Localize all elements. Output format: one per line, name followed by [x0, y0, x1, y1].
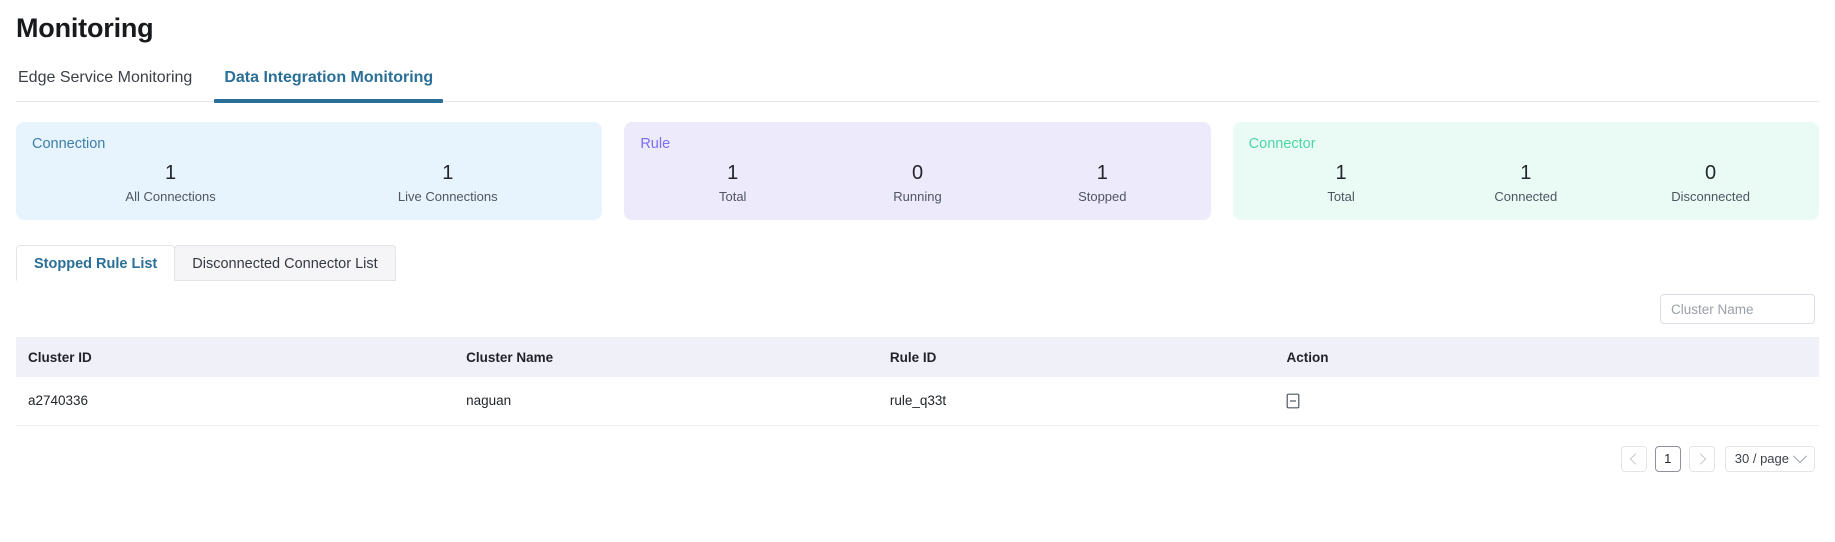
metric-connector-total: 1 Total	[1249, 159, 1434, 206]
metric-label: Live Connections	[397, 189, 498, 204]
column-header-cluster-name: Cluster Name	[454, 337, 878, 377]
metric-connector-disconnected: 0 Disconnected	[1618, 159, 1803, 206]
metric-value: 1	[442, 162, 454, 184]
cell-action	[1274, 377, 1819, 426]
metric-value: 1	[1096, 162, 1108, 184]
column-header-cluster-id: Cluster ID	[16, 337, 455, 377]
stopped-rule-table: Cluster ID Cluster Name Rule ID Action a…	[16, 337, 1819, 426]
chevron-down-icon	[1792, 448, 1808, 463]
metrics-connector: 1 Total 1 Connected 0 Disconnected	[1249, 159, 1803, 206]
metric-label: Stopped	[1078, 189, 1127, 204]
metric-rule-running: 0 Running	[825, 159, 1010, 206]
chevron-left-icon	[1629, 452, 1641, 465]
metric-value: 1	[165, 162, 177, 184]
cell-cluster-name-link[interactable]: naguan	[454, 377, 878, 426]
pagination: 1 30 / page	[16, 445, 1819, 472]
stat-card-connector: Connector 1 Total 1 Connected 0 Disconne…	[1232, 122, 1819, 220]
cell-rule-id: rule_q33t	[877, 377, 1275, 426]
metric-label: Total	[1327, 189, 1355, 204]
page-size-select[interactable]: 30 / page	[1724, 445, 1815, 472]
metric-label: Running	[893, 189, 942, 204]
chevron-right-icon	[1694, 452, 1707, 465]
top-tab-bar: Edge Service Monitoring Data Integration…	[16, 61, 1819, 103]
cell-cluster-id: a2740336	[16, 377, 455, 426]
stat-card-title-connection: Connection	[32, 136, 106, 152]
metric-connector-connected: 1 Connected	[1433, 159, 1618, 206]
stat-card-title-rule: Rule	[640, 136, 671, 152]
metric-value: 0	[1705, 162, 1717, 184]
tab-stopped-rule-list[interactable]: Stopped Rule List	[16, 245, 176, 281]
tab-disconnected-connector-list[interactable]: Disconnected Connector List	[174, 245, 396, 281]
pagination-next-button[interactable]	[1688, 445, 1715, 472]
stat-card-title-connector: Connector	[1248, 136, 1316, 152]
tab-edge-service-monitoring[interactable]: Edge Service Monitoring	[16, 68, 194, 101]
metric-label: Disconnected	[1671, 189, 1750, 204]
monitoring-page: Monitoring Edge Service Monitoring Data …	[0, 0, 1835, 542]
metric-live-connections: 1 Live Connections	[309, 159, 586, 206]
stat-card-rule: Rule 1 Total 0 Running 1 Stopped	[624, 122, 1211, 220]
table-toolbar	[16, 281, 1819, 337]
metric-value: 1	[1335, 162, 1347, 184]
metric-all-connections: 1 All Connections	[32, 159, 309, 206]
metric-rule-total: 1 Total	[640, 159, 825, 206]
table-body: a2740336 naguan rule_q33t	[16, 377, 1819, 426]
tab-data-integration-monitoring[interactable]: Data Integration Monitoring	[214, 68, 444, 103]
column-header-rule-id: Rule ID	[877, 337, 1275, 377]
column-header-action: Action	[1274, 337, 1819, 377]
metric-value: 0	[911, 162, 924, 184]
metric-value: 1	[1520, 162, 1532, 184]
list-tab-bar: Stopped Rule List Disconnected Connector…	[16, 245, 1819, 281]
metrics-rule: 1 Total 0 Running 1 Stopped	[640, 159, 1194, 206]
pagination-page-1[interactable]: 1	[1654, 445, 1681, 472]
page-size-label: 30 / page	[1734, 451, 1789, 466]
metric-label: All Connections	[125, 189, 216, 204]
cluster-name-search-input[interactable]	[1660, 294, 1815, 324]
metric-rule-stopped: 1 Stopped	[1010, 159, 1195, 206]
stat-cards-row: Connection 1 All Connections 1 Live Conn…	[16, 122, 1819, 220]
stat-card-connection: Connection 1 All Connections 1 Live Conn…	[16, 122, 603, 220]
metric-label: Connected	[1494, 189, 1558, 204]
metric-value: 1	[727, 162, 739, 184]
metrics-connection: 1 All Connections 1 Live Connections	[32, 159, 586, 206]
pagination-prev-button[interactable]	[1620, 445, 1647, 472]
page-title: Monitoring	[16, 13, 154, 43]
metric-label: Total	[718, 189, 747, 204]
document-list-icon[interactable]	[1286, 393, 1300, 409]
table-header: Cluster ID Cluster Name Rule ID Action	[16, 337, 1819, 377]
table-header-row: Cluster ID Cluster Name Rule ID Action	[16, 337, 1819, 377]
table-row: a2740336 naguan rule_q33t	[16, 377, 1819, 426]
